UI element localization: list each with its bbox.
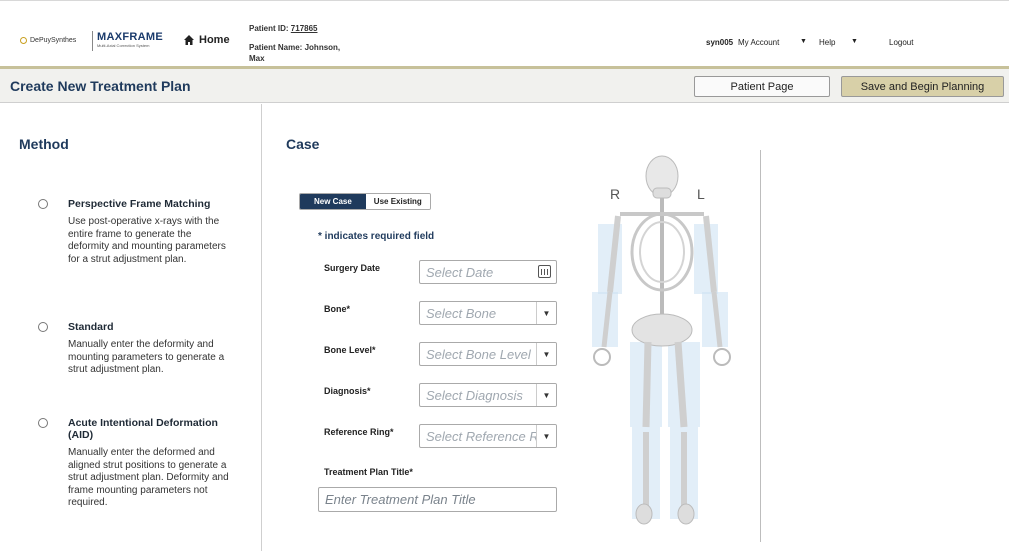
chevron-down-icon[interactable]: ▼: [536, 302, 556, 324]
bone-level-select[interactable]: Select Bone Level ▼: [419, 342, 557, 366]
right-foot-shape: [635, 503, 653, 525]
plan-title-placeholder: Enter Treatment Plan Title: [325, 492, 476, 507]
right-femur-shape: [642, 341, 652, 428]
patient-page-button[interactable]: Patient Page: [694, 76, 830, 97]
radio-standard[interactable]: [38, 322, 48, 332]
diagnosis-placeholder: Select Diagnosis: [426, 387, 523, 403]
patient-name-value: Johnson,: [304, 43, 341, 52]
reference-ring-placeholder: Select Reference R: [426, 428, 539, 444]
patient-name-value-2: Max: [249, 54, 265, 63]
home-link[interactable]: Home: [183, 34, 230, 46]
home-label: Home: [199, 34, 230, 46]
bone-level-placeholder: Select Bone Level: [426, 346, 531, 362]
maxframe-logo-subtitle: Multi-Axial Correction System: [97, 43, 150, 48]
bone-level-label: Bone Level*: [324, 345, 376, 355]
radio-aid[interactable]: [38, 418, 48, 428]
reference-ring-select[interactable]: Select Reference R ▼: [419, 424, 557, 448]
home-icon: [184, 35, 194, 45]
my-account-caret-icon[interactable]: ▼: [800, 38, 807, 45]
skeleton-bone-selector[interactable]: [590, 152, 750, 532]
surgery-date-picker[interactable]: Select Date: [419, 260, 557, 284]
plan-title-label: Treatment Plan Title*: [324, 467, 413, 477]
patient-id-label: Patient ID:: [249, 24, 289, 33]
required-field-note: * indicates required field: [318, 231, 435, 242]
method-option-title: Acute Intentional Deformation (AID): [68, 417, 218, 441]
bone-placeholder: Select Bone: [426, 305, 497, 321]
top-header: DePuySynthes MAXFRAME Multi-Axial Correc…: [0, 0, 1009, 66]
page-toolbar: Create New Treatment Plan Patient Page S…: [0, 69, 1009, 103]
method-option-title: Standard: [68, 321, 114, 333]
method-heading: Method: [19, 136, 69, 152]
plan-title-input[interactable]: Enter Treatment Plan Title: [318, 487, 557, 512]
maxframe-logo: MAXFRAME Multi-Axial Correction System: [92, 31, 163, 51]
patient-id-link[interactable]: 717865: [291, 24, 318, 33]
tab-use-existing[interactable]: Use Existing: [365, 194, 430, 209]
content-divider: [760, 150, 761, 542]
method-option-description: Use post-operative x-rays with the entir…: [68, 216, 226, 265]
jaw-shape: [652, 187, 672, 199]
calendar-icon[interactable]: [538, 265, 551, 278]
logout-link[interactable]: Logout: [889, 38, 913, 47]
left-foot-shape: [677, 503, 695, 525]
method-option-title: Perspective Frame Matching: [68, 198, 211, 210]
diagnosis-select[interactable]: Select Diagnosis ▼: [419, 383, 557, 407]
depuy-synthes-logo: DePuySynthes: [20, 37, 76, 44]
patient-name-label: Patient Name:: [249, 43, 303, 52]
left-hand-shape: [713, 348, 731, 366]
method-option-aid[interactable]: Acute Intentional Deformation (AID) Manu…: [38, 417, 230, 510]
right-hand-shape: [593, 348, 611, 366]
diagnosis-label: Diagnosis*: [324, 386, 371, 396]
chevron-down-icon[interactable]: ▼: [536, 343, 556, 365]
help-menu[interactable]: Help: [819, 38, 835, 47]
my-account-menu[interactable]: My Account: [738, 38, 779, 47]
help-caret-icon[interactable]: ▼: [851, 38, 858, 45]
method-panel: Method Perspective Frame Matching Use po…: [0, 104, 262, 551]
method-option-description: Manually enter the deformity and mountin…: [68, 339, 225, 375]
bone-label: Bone*: [324, 304, 351, 314]
chevron-down-icon[interactable]: ▼: [536, 384, 556, 406]
method-option-description: Manually enter the deformed and aligned …: [68, 447, 229, 508]
username: syn005: [706, 38, 734, 47]
radio-perspective[interactable]: [38, 199, 48, 209]
reference-ring-label: Reference Ring*: [324, 427, 394, 437]
bone-select[interactable]: Select Bone ▼: [419, 301, 557, 325]
case-heading: Case: [286, 136, 320, 152]
page-title: Create New Treatment Plan: [10, 78, 191, 94]
method-option-standard[interactable]: Standard Manually enter the deformity an…: [38, 321, 230, 377]
surgery-date-placeholder: Select Date: [426, 264, 494, 280]
patient-info: Patient ID: 717865 Patient Name: Johnson…: [249, 23, 340, 64]
method-option-perspective[interactable]: Perspective Frame Matching Use post-oper…: [38, 198, 230, 266]
surgery-date-label: Surgery Date: [324, 263, 381, 273]
depuy-logo-text: DePuySynthes: [30, 37, 77, 44]
pelvis-shape: [631, 313, 693, 347]
case-mode-toggle: New Case Use Existing: [299, 193, 431, 210]
maxframe-logo-text: MAXFRAME: [97, 31, 163, 43]
depuy-logo-icon: [20, 37, 27, 44]
chevron-down-icon[interactable]: ▼: [536, 425, 556, 447]
save-and-begin-planning-button[interactable]: Save and Begin Planning: [841, 76, 1004, 97]
tab-new-case[interactable]: New Case: [300, 194, 366, 209]
